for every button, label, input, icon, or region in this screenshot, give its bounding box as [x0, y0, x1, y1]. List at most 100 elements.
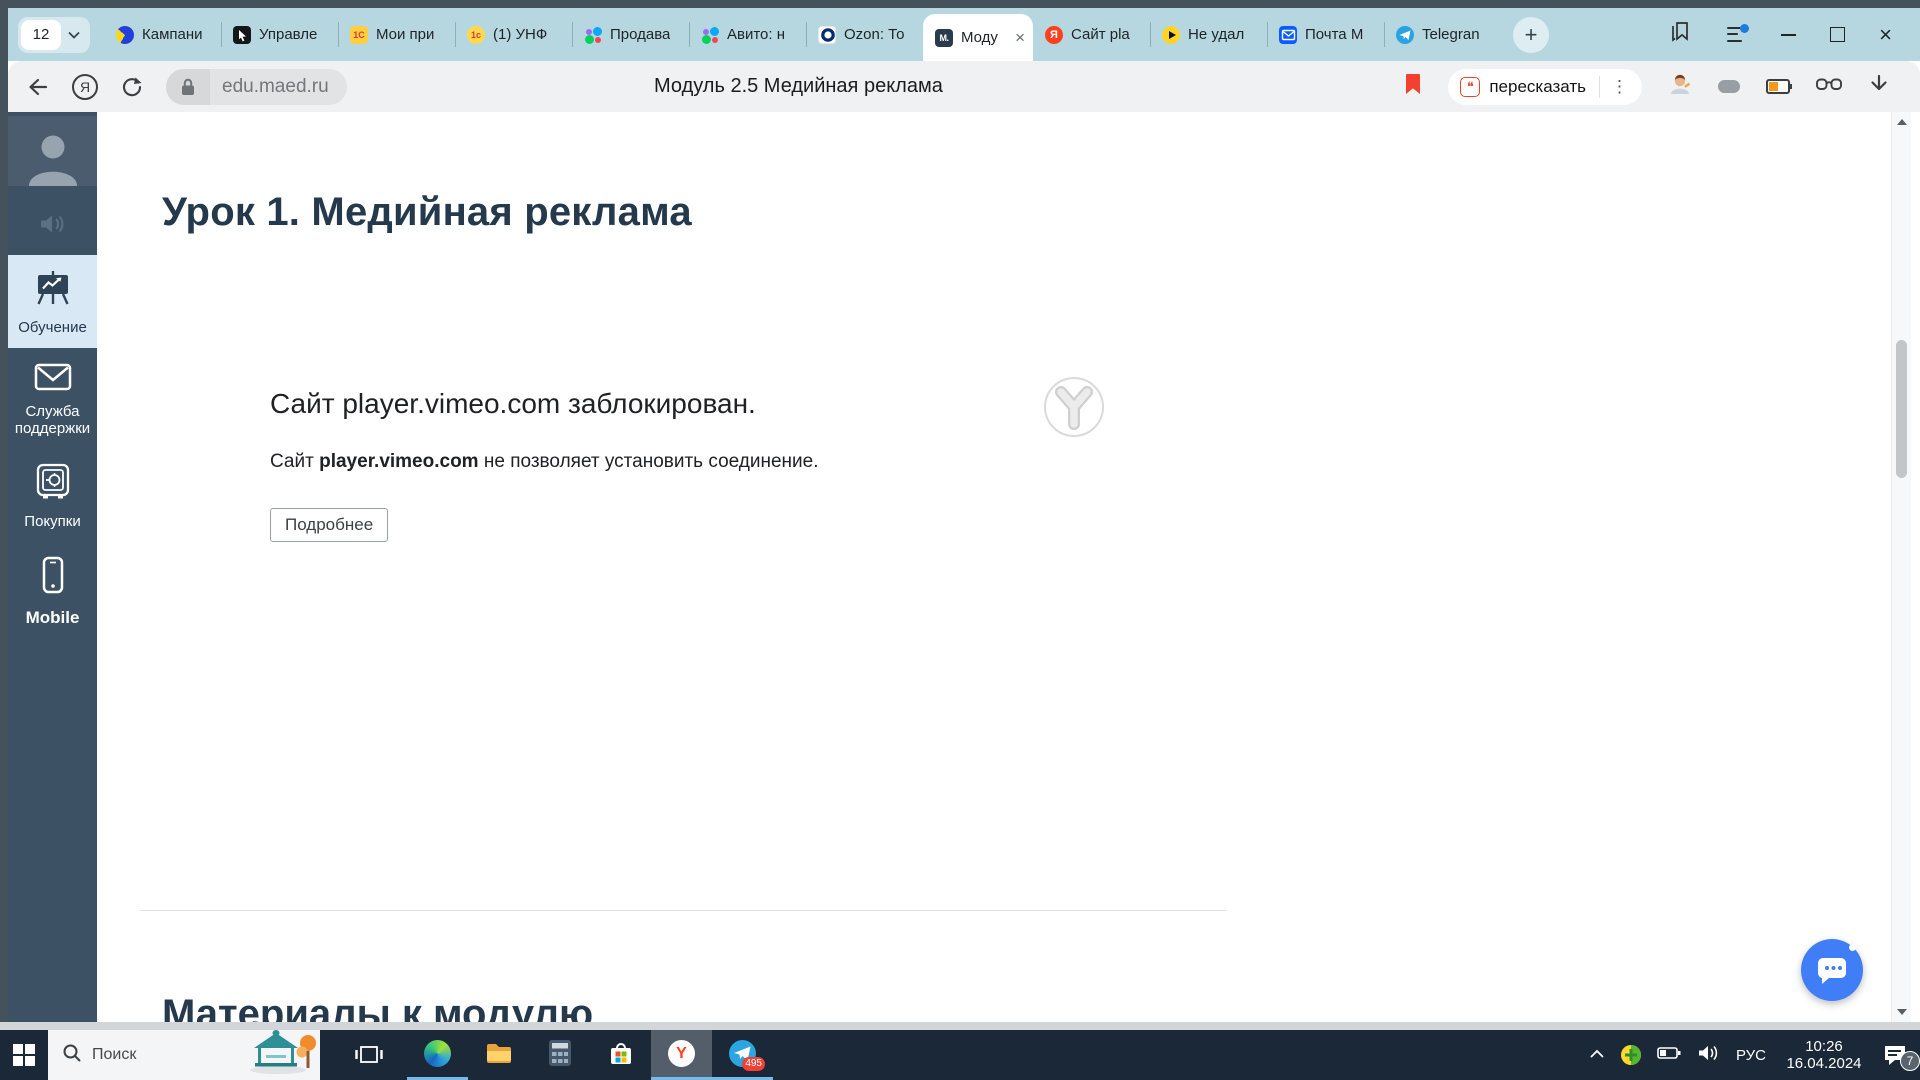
- lesson-content: Урок 1. Медийная реклама Сайт player.vim…: [97, 112, 1891, 1022]
- task-view-button[interactable]: [338, 1030, 399, 1080]
- yandex-search-button[interactable]: Я: [72, 73, 98, 100]
- taskbar-explorer[interactable]: [468, 1030, 529, 1080]
- toolbar-right: ❝ пересказать ⋮: [1404, 68, 1902, 105]
- minimize-button[interactable]: [1781, 33, 1797, 36]
- tray-chevron-up-icon[interactable]: [1589, 1046, 1605, 1064]
- battery-extension-icon[interactable]: [1766, 79, 1792, 94]
- sidebar-item-mobile[interactable]: Mobile: [8, 542, 97, 639]
- tab-moi-pri[interactable]: 1С Мои при: [338, 8, 455, 61]
- close-tab-icon[interactable]: ×: [1011, 28, 1029, 48]
- bookmarks-panel-icon[interactable]: [1669, 21, 1693, 48]
- blocked-site-message: Сайт player.vimeo.com не позволяет устан…: [270, 451, 819, 473]
- close-window-button[interactable]: ×: [1879, 23, 1892, 46]
- browser-toolbar: Я edu.maed.ru Модуль 2.5 Медийная реклам…: [8, 61, 1920, 112]
- page-scrollbar[interactable]: [1891, 112, 1911, 1022]
- blocked-domain: player.vimeo.com: [319, 451, 479, 472]
- sidebar-item-label: Mobile: [25, 608, 80, 628]
- sidebar-item-label: Обучение: [18, 318, 87, 336]
- tab-count-value: 12: [21, 19, 61, 50]
- tab-sait-pla[interactable]: Я Сайт pla: [1033, 8, 1150, 61]
- sidebar-item-obuchenie[interactable]: Обучение: [8, 255, 97, 348]
- bookmark-icon[interactable]: [1404, 72, 1422, 101]
- refresh-icon[interactable]: [120, 75, 144, 99]
- date: 16.04.2024: [1786, 1055, 1862, 1072]
- tab-counter[interactable]: 12: [18, 16, 90, 53]
- scroll-up-arrow[interactable]: [1892, 114, 1911, 130]
- taskbar-search-box[interactable]: Поиск: [48, 1030, 320, 1080]
- browser-menu-icon[interactable]: [1727, 23, 1750, 43]
- back-button[interactable]: [26, 75, 50, 99]
- tab-ozon[interactable]: Ozon: То: [806, 8, 923, 61]
- tab-kampani[interactable]: Кампани: [104, 8, 221, 61]
- tab-modul-active[interactable]: M. Моду ×: [923, 14, 1033, 61]
- language-indicator[interactable]: РУС: [1736, 1047, 1766, 1064]
- clock[interactable]: 10:26 16.04.2024: [1781, 1038, 1867, 1072]
- tabs-container: Кампани Управле 1С Мои при 1с (1) УНФ Пр…: [104, 8, 1501, 61]
- tab-label: Telegran: [1422, 26, 1480, 43]
- action-center-button[interactable]: 7: [1882, 1043, 1920, 1071]
- retell-pill[interactable]: ❝ пересказать ⋮: [1448, 68, 1642, 105]
- site-sidebar: Обучение Служба поддержки Покупки Mobile: [8, 112, 97, 1022]
- scrollbar-thumb[interactable]: [1896, 340, 1907, 478]
- tab-ne-udal[interactable]: Не удал: [1150, 8, 1267, 61]
- quote-icon: ❝: [1460, 76, 1481, 97]
- maed-icon: M.: [935, 28, 953, 47]
- training-chart-icon: [32, 268, 74, 313]
- chat-widget-button[interactable]: [1801, 939, 1863, 1001]
- avatar[interactable]: [8, 116, 97, 186]
- sidebar-item-label: Служба поддержки: [14, 403, 91, 438]
- window-controls: ×: [1669, 21, 1920, 48]
- antivirus-icon[interactable]: [1620, 1044, 1642, 1066]
- yandex-direct-icon: [116, 25, 134, 44]
- taskbar-calculator[interactable]: [529, 1030, 590, 1080]
- notification-count-badge: 7: [1900, 1051, 1920, 1071]
- battery-icon[interactable]: [1657, 1046, 1682, 1065]
- tab-label: Ozon: То: [844, 26, 905, 43]
- start-button[interactable]: [0, 1030, 48, 1080]
- search-icon: [62, 1043, 82, 1068]
- folder-icon: [485, 1041, 513, 1070]
- address-bar[interactable]: edu.maed.ru: [166, 68, 347, 105]
- lock-icon[interactable]: [166, 68, 210, 105]
- speaker-muted-icon[interactable]: [37, 212, 69, 241]
- 1c-icon: 1С: [350, 25, 368, 44]
- search-highlight-image[interactable]: [246, 1026, 318, 1079]
- telegram-icon: [1396, 25, 1414, 44]
- tab-label: Не удал: [1188, 26, 1245, 43]
- maximize-button[interactable]: [1830, 27, 1846, 42]
- tab-pochta[interactable]: Почта М: [1267, 8, 1384, 61]
- materials-section-title: Материалы к модулю: [162, 992, 594, 1022]
- lesson-title: Урок 1. Медийная реклама: [162, 190, 692, 234]
- taskbar-edge[interactable]: [407, 1030, 468, 1080]
- browser-tab-strip: 12 Кампани Управле 1С Мои при 1с (1) УНФ…: [8, 8, 1920, 61]
- tab-unf[interactable]: 1с (1) УНФ: [455, 8, 572, 61]
- more-options-icon[interactable]: ⋮: [1609, 77, 1630, 97]
- glasses-extension-icon[interactable]: [1816, 77, 1842, 96]
- tab-telegram[interactable]: Telegran: [1384, 8, 1501, 61]
- tab-label: Кампани: [142, 26, 203, 43]
- profile-extension-icon[interactable]: [1668, 72, 1692, 101]
- sidebar-item-support[interactable]: Служба поддержки: [8, 348, 97, 449]
- taskbar-store[interactable]: [590, 1030, 651, 1080]
- edge-icon: [424, 1040, 451, 1067]
- new-tab-button[interactable]: +: [1513, 16, 1549, 53]
- chevron-down-icon[interactable]: [61, 31, 87, 39]
- url-text: edu.maed.ru: [222, 75, 329, 97]
- telegram-badge: 495: [742, 1057, 765, 1071]
- extension-oval-icon[interactable]: [1718, 80, 1740, 93]
- volume-icon[interactable]: [1697, 1044, 1721, 1067]
- chat-status-dot: [1849, 944, 1856, 951]
- taskbar-yandex-browser[interactable]: Y: [651, 1030, 712, 1080]
- tab-label: Управле: [259, 26, 318, 43]
- tab-avito[interactable]: Авито: н: [689, 8, 806, 61]
- downloads-icon[interactable]: [1868, 73, 1890, 100]
- tab-prodava[interactable]: Продава: [572, 8, 689, 61]
- taskbar-telegram[interactable]: 495: [712, 1030, 773, 1080]
- details-button[interactable]: Подробнее: [270, 508, 389, 542]
- scroll-down-arrow[interactable]: [1892, 1004, 1911, 1020]
- ozon-icon: [818, 25, 836, 44]
- tab-upravle[interactable]: Управле: [221, 8, 338, 61]
- telegram-icon: 495: [729, 1040, 765, 1071]
- screen: 12 Кампани Управле 1С Мои при 1с (1) УНФ…: [0, 0, 1920, 1080]
- sidebar-item-pokupki[interactable]: Покупки: [8, 449, 97, 542]
